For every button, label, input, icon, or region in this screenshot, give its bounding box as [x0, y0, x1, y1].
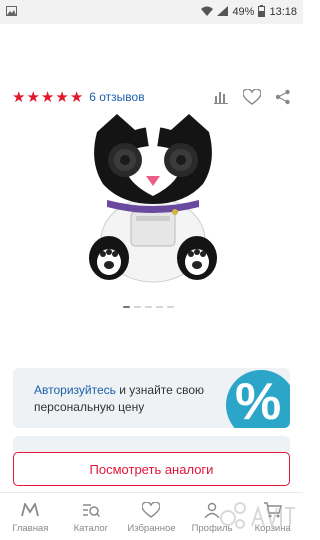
image-notification-icon	[6, 5, 17, 19]
heart-icon[interactable]	[243, 88, 261, 106]
star-icon: ★	[69, 88, 84, 106]
star-icon: ★	[40, 88, 55, 106]
reviews-link[interactable]: 6 отзывов	[89, 90, 144, 104]
gallery-dot[interactable]	[167, 306, 174, 308]
nav-favorites[interactable]: Избранное	[121, 493, 182, 540]
heart-icon	[141, 501, 161, 519]
nav-catalog-label: Каталог	[73, 523, 109, 534]
clock: 13:18	[269, 6, 297, 18]
signal-icon	[217, 5, 229, 19]
product-image[interactable]	[75, 112, 230, 290]
login-link[interactable]: Авторизуйтесь	[34, 383, 116, 397]
status-bar: 49% 13:18	[0, 0, 303, 24]
percent-sign: %	[235, 373, 282, 428]
gallery-dot[interactable]	[123, 306, 130, 308]
status-notifications	[6, 5, 17, 19]
rating-stars[interactable]: ★ ★ ★ ★ ★	[12, 90, 83, 105]
gallery-dot[interactable]	[134, 306, 141, 308]
view-analogs-button[interactable]: Посмотреть аналоги	[13, 452, 290, 486]
wifi-icon	[201, 6, 214, 19]
star-icon: ★	[26, 88, 40, 106]
personal-price-card[interactable]: Авторизуйтесь и узнайте свою персональну…	[13, 368, 290, 428]
percent-badge-icon: %	[226, 370, 290, 428]
catalog-search-icon	[81, 501, 101, 519]
gallery-pagination	[123, 306, 174, 308]
rating-row: ★ ★ ★ ★ ★ 6 отзывов	[12, 86, 292, 108]
nav-home-label: Главная	[12, 523, 49, 534]
chart-icon[interactable]	[212, 88, 230, 106]
m-logo-icon	[20, 501, 40, 519]
nav-catalog[interactable]: Каталог	[61, 493, 122, 540]
star-icon: ★	[12, 88, 26, 106]
star-icon: ★	[55, 88, 69, 106]
gallery-dot[interactable]	[145, 306, 152, 308]
personal-price-text: Авторизуйтесь и узнайте свою персональну…	[34, 382, 229, 416]
gallery-dot[interactable]	[156, 306, 163, 308]
share-icon[interactable]	[274, 88, 292, 106]
battery-percent: 49%	[232, 6, 255, 18]
nav-favorites-label: Избранное	[127, 523, 176, 534]
battery-icon	[258, 4, 266, 20]
avito-watermark-logo	[218, 496, 302, 534]
nav-home[interactable]: Главная	[0, 493, 61, 540]
